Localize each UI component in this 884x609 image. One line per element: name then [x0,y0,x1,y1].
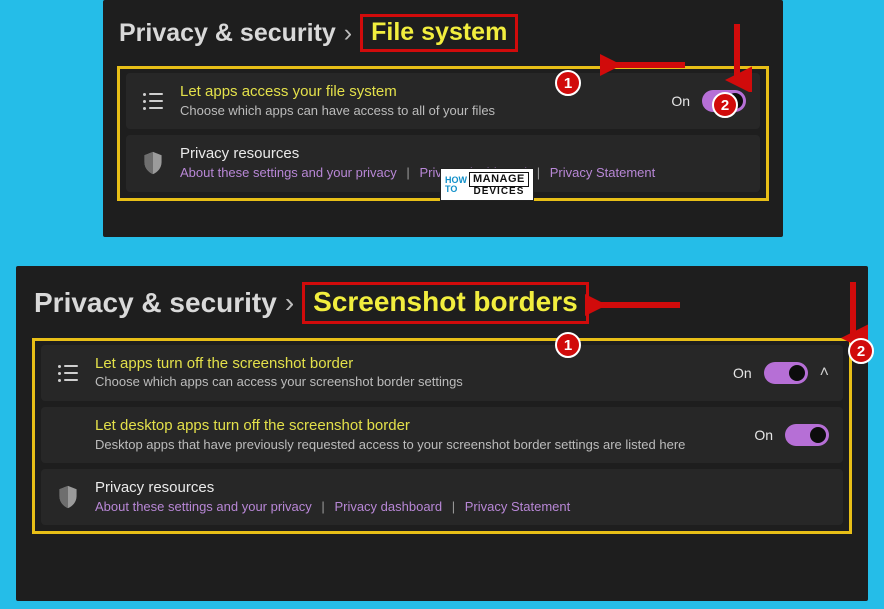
list-icon [140,92,166,110]
link-privacy-statement[interactable]: Privacy Statement [465,499,571,514]
toggle-state-label: On [754,427,773,443]
breadcrumb-root[interactable]: Privacy & security [34,287,277,319]
setting-title: Let apps turn off the screenshot border [95,355,719,374]
setting-desc: Choose which apps can have access to all… [180,102,657,120]
privacy-links: About these settings and your privacy | … [95,498,829,516]
link-privacy-statement[interactable]: Privacy Statement [550,165,656,180]
link-separator: | [446,499,461,514]
annotation-badge-2: 2 [848,338,874,364]
panel-screenshot-borders: Privacy & security › Screenshot borders … [16,266,868,601]
setting-desc: Choose which apps can access your screen… [95,373,719,391]
setting-title: Privacy resources [180,145,746,164]
link-separator: | [315,499,330,514]
breadcrumb-current: File system [360,14,518,52]
setting-title: Privacy resources [95,479,829,498]
link-about-settings[interactable]: About these settings and your privacy [95,499,312,514]
setting-row-file-access[interactable]: Let apps access your file system Choose … [126,73,760,129]
link-privacy-dashboard[interactable]: Privacy dashboard [334,499,442,514]
toggle-state-label: On [733,365,752,381]
chevron-up-icon[interactable]: ˄ [820,364,829,382]
setting-row-privacy-resources: Privacy resources About these settings a… [41,469,843,525]
toggle-switch[interactable] [785,424,829,446]
toggle-switch[interactable] [764,362,808,384]
breadcrumb-root[interactable]: Privacy & security [119,19,336,48]
shield-icon [55,485,81,509]
setting-desc: Desktop apps that have previously reques… [95,436,740,454]
annotation-badge-2: 2 [712,92,738,118]
setting-row-desktop-apps-border[interactable]: Let desktop apps turn off the screenshot… [41,407,843,463]
breadcrumb-separator: › [285,287,294,319]
annotation-badge-1: 1 [555,332,581,358]
toggle-state-label: On [671,93,690,109]
breadcrumb: Privacy & security › File system [117,10,769,66]
annotation-badge-1: 1 [555,70,581,96]
settings-area: Let apps turn off the screenshot border … [32,338,852,535]
watermark-logo: HOWTO MANAGE DEVICES [440,168,534,201]
setting-title: Let desktop apps turn off the screenshot… [95,417,740,436]
breadcrumb-separator: › [344,19,352,48]
link-about-settings[interactable]: About these settings and your privacy [180,165,397,180]
breadcrumb-current: Screenshot borders [302,282,589,324]
link-separator: | [400,165,415,180]
setting-row-apps-border[interactable]: Let apps turn off the screenshot border … [41,345,843,401]
setting-title: Let apps access your file system [180,83,657,102]
list-icon [55,364,81,382]
shield-icon [140,151,166,175]
panel-file-system: Privacy & security › File system Let app… [103,0,783,237]
breadcrumb: Privacy & security › Screenshot borders [32,278,852,338]
